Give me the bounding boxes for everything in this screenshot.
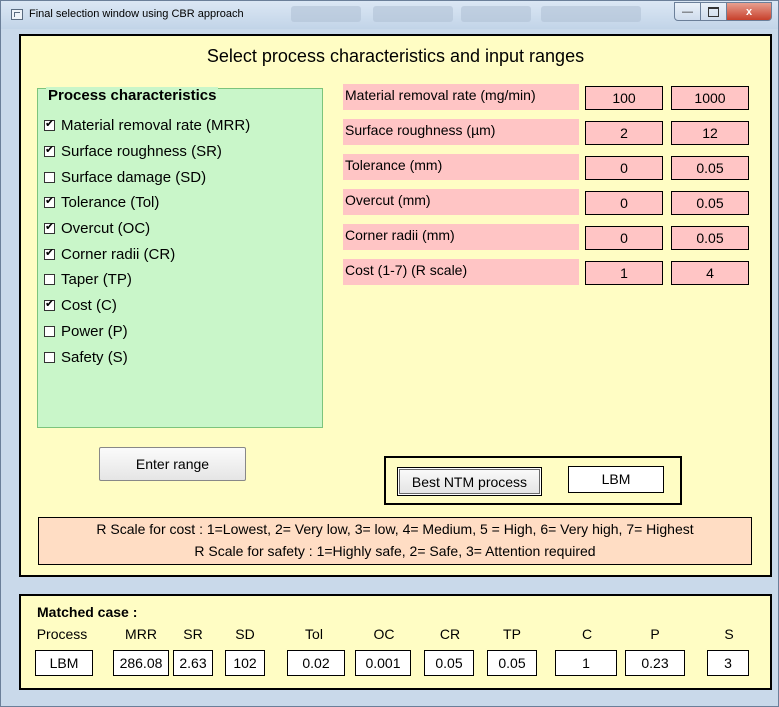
- window-title: Final selection window using CBR approac…: [29, 8, 244, 20]
- matched-value-tol[interactable]: 0.02: [287, 650, 345, 676]
- checkbox-c[interactable]: Cost (C): [44, 293, 250, 319]
- checkbox-label: Tolerance (Tol): [61, 194, 160, 212]
- checkbox-label: Surface damage (SD): [61, 168, 207, 186]
- title-bar-blur-decoration: [373, 6, 453, 22]
- checkbox-box[interactable]: [44, 246, 55, 260]
- matched-value-p[interactable]: 0.23: [625, 650, 685, 676]
- matched-header-sr: SR: [183, 626, 203, 642]
- process-characteristics-group: Process characteristics Material removal…: [37, 87, 323, 428]
- range-label: Tolerance (mm): [343, 154, 579, 180]
- checkbox-box[interactable]: [44, 351, 55, 363]
- range-min-input[interactable]: 1: [585, 261, 663, 285]
- checkbox-box[interactable]: [44, 220, 55, 235]
- range-max-input[interactable]: 4: [671, 261, 749, 285]
- title-bar-blur-decoration: [541, 6, 641, 22]
- matched-header-c: C: [581, 626, 593, 642]
- checkbox-label: Material removal rate (MRR): [61, 117, 251, 135]
- checkbox-tp[interactable]: Taper (TP): [44, 267, 250, 293]
- range-label: Corner radii (mm): [343, 224, 579, 250]
- matched-value-sd[interactable]: 102: [225, 650, 265, 676]
- checkbox-box[interactable]: [44, 297, 55, 312]
- checkbox-label: Overcut (OC): [61, 220, 151, 238]
- range-min-input[interactable]: 2: [585, 121, 663, 145]
- matched-header-tp: TP: [503, 626, 521, 642]
- matched-case-panel: Matched case : Process MRR SR SD Tol OC …: [19, 594, 772, 690]
- checkbox-label: Safety (S): [61, 348, 128, 366]
- enter-range-button[interactable]: Enter range: [99, 447, 246, 481]
- matched-value-sr[interactable]: 2.63: [173, 650, 213, 676]
- checkbox-box[interactable]: [44, 274, 55, 286]
- checkbox-label: Taper (TP): [61, 271, 132, 289]
- matched-value-tp[interactable]: 0.05: [487, 650, 537, 676]
- matched-case-title: Matched case :: [37, 604, 138, 620]
- window-app-icon: [11, 9, 23, 20]
- range-max-input[interactable]: 0.05: [671, 156, 749, 180]
- process-characteristics-list: Material removal rate (MRR) Surface roug…: [44, 113, 250, 370]
- best-ntm-process-button[interactable]: Best NTM process: [397, 467, 542, 496]
- range-min-input[interactable]: 0: [585, 156, 663, 180]
- range-label: Surface roughness (µm): [343, 119, 579, 145]
- checkbox-label: Cost (C): [61, 297, 117, 315]
- close-button[interactable]: x: [727, 2, 772, 21]
- maximize-button[interactable]: [701, 2, 727, 21]
- matched-header-s: S: [724, 626, 734, 642]
- checkbox-box[interactable]: [44, 117, 55, 132]
- checkbox-label: Corner radii (CR): [61, 245, 176, 263]
- range-label: Overcut (mm): [343, 189, 579, 215]
- checkbox-box[interactable]: [44, 194, 55, 209]
- matched-header-p: P: [650, 626, 660, 642]
- range-max-input[interactable]: 0.05: [671, 226, 749, 250]
- matched-value-oc[interactable]: 0.001: [355, 650, 411, 676]
- range-max-input[interactable]: 1000: [671, 86, 749, 110]
- checkbox-box[interactable]: [44, 143, 55, 158]
- best-ntm-result-field[interactable]: LBM: [568, 466, 664, 493]
- matched-header-process: Process: [36, 626, 88, 642]
- title-bar-blur-decoration: [291, 6, 361, 22]
- range-label: Material removal rate (mg/min): [343, 84, 579, 110]
- r-scale-note: R Scale for cost : 1=Lowest, 2= Very low…: [38, 517, 752, 565]
- title-bar[interactable]: Final selection window using CBR approac…: [1, 1, 778, 29]
- checkbox-mrr[interactable]: Material removal rate (MRR): [44, 113, 250, 139]
- minimize-button[interactable]: —: [674, 2, 701, 21]
- caption-buttons: — x: [674, 2, 772, 21]
- close-icon: x: [745, 5, 753, 18]
- matched-header-tol: Tol: [305, 626, 323, 642]
- checkbox-box[interactable]: [44, 325, 55, 337]
- matched-header-mrr: MRR: [125, 626, 157, 642]
- matched-header-cr: CR: [439, 626, 461, 642]
- cost-scale-text: R Scale for cost : 1=Lowest, 2= Very low…: [96, 521, 694, 537]
- range-label: Cost (1-7) (R scale): [343, 259, 579, 285]
- checkbox-oc[interactable]: Overcut (OC): [44, 216, 250, 242]
- range-min-input[interactable]: 0: [585, 191, 663, 215]
- range-min-input[interactable]: 100: [585, 86, 663, 110]
- page-title: Select process characteristics and input…: [206, 46, 585, 66]
- process-characteristics-legend: Process characteristics: [46, 87, 219, 104]
- checkbox-label: Surface roughness (SR): [61, 143, 222, 161]
- matched-value-s[interactable]: 3: [707, 650, 749, 676]
- range-min-input[interactable]: 0: [585, 226, 663, 250]
- range-max-input[interactable]: 0.05: [671, 191, 749, 215]
- safety-scale-text: R Scale for safety : 1=Highly safe, 2= S…: [194, 543, 596, 559]
- matched-header-oc: OC: [373, 626, 395, 642]
- matched-value-process[interactable]: LBM: [35, 650, 93, 676]
- matched-value-c[interactable]: 1: [555, 650, 617, 676]
- selection-panel: Select process characteristics and input…: [19, 34, 772, 577]
- minimize-icon: —: [682, 5, 693, 18]
- best-ntm-frame: Best NTM process LBM: [384, 456, 682, 505]
- checkbox-label: Power (P): [61, 322, 128, 340]
- matched-value-mrr[interactable]: 286.08: [113, 650, 169, 676]
- checkbox-p[interactable]: Power (P): [44, 319, 250, 345]
- matched-value-cr[interactable]: 0.05: [424, 650, 474, 676]
- maximize-icon: [708, 6, 719, 17]
- matched-header-sd: SD: [235, 626, 255, 642]
- checkbox-s[interactable]: Safety (S): [44, 344, 250, 370]
- checkbox-tol[interactable]: Tolerance (Tol): [44, 190, 250, 216]
- title-bar-blur-decoration: [461, 6, 531, 22]
- checkbox-sd[interactable]: Surface damage (SD): [44, 164, 250, 190]
- checkbox-cr[interactable]: Corner radii (CR): [44, 241, 250, 267]
- checkbox-box[interactable]: [44, 171, 55, 183]
- range-max-input[interactable]: 12: [671, 121, 749, 145]
- checkbox-sr[interactable]: Surface roughness (SR): [44, 139, 250, 165]
